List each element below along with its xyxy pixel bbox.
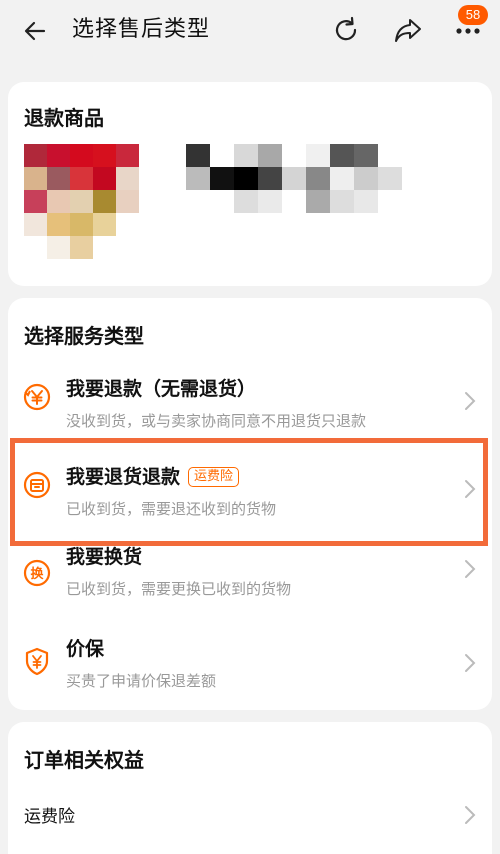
back-arrow-icon[interactable] — [20, 16, 50, 46]
product-title-blurred — [186, 144, 402, 213]
rights-title: 订单相关权益 — [24, 748, 144, 772]
option-desc: 买贵了申请价保退差额 — [66, 672, 217, 690]
chevron-right-icon — [464, 652, 476, 674]
option-title: 价保 — [66, 638, 105, 660]
option-refund-only[interactable]: 我要退款（无需退货） 没收到货，或与卖家协商同意不用退货只退款 — [8, 360, 492, 448]
option-return-refund[interactable]: 我要退货退款 运费险 已收到货，需要退还收到的货物 — [8, 448, 492, 536]
chevron-right-icon — [464, 558, 476, 580]
freight-insurance-tag: 运费险 — [188, 467, 240, 487]
option-exchange[interactable]: 换 我要换货 已收到货，需要更换已收到的货物 — [8, 536, 492, 624]
option-title: 我要换货 — [66, 546, 143, 568]
service-type-card: 选择服务类型 我要退款（无需退货） 没收到货，或与卖家协商同意不用退货只退款 我… — [8, 298, 492, 710]
share-icon[interactable] — [392, 14, 424, 46]
products-title: 退款商品 — [24, 106, 104, 130]
page-title: 选择售后类型 — [72, 17, 211, 42]
exchange-icon: 换 — [22, 558, 52, 588]
service-type-title: 选择服务类型 — [24, 324, 144, 348]
price-shield-icon — [22, 646, 52, 676]
top-bar: 选择售后类型 58 — [0, 0, 500, 62]
svg-text:换: 换 — [30, 566, 44, 582]
refund-products-card: 退款商品 — [8, 82, 492, 286]
option-desc: 已收到货，需要更换已收到的货物 — [66, 580, 292, 598]
option-price-protection[interactable]: 价保 买贵了申请价保退差额 — [8, 620, 492, 708]
yen-refund-icon — [22, 382, 52, 412]
refresh-icon[interactable] — [330, 14, 362, 46]
product-image-blurred[interactable] — [24, 144, 139, 259]
rights-item-freight-insurance[interactable]: 运费险 — [24, 800, 476, 830]
chevron-right-icon — [464, 390, 476, 412]
notification-badge: 58 — [458, 5, 488, 25]
option-desc: 已收到货，需要退还收到的货物 — [66, 500, 277, 518]
option-title-text: 我要退货退款 — [66, 466, 181, 488]
chevron-right-icon — [464, 804, 476, 826]
rights-item-label: 运费险 — [24, 807, 75, 827]
chevron-right-icon — [464, 478, 476, 500]
order-rights-card: 订单相关权益 运费险 — [8, 722, 492, 854]
return-box-icon — [22, 470, 52, 500]
option-title: 我要退款（无需退货） — [66, 378, 257, 400]
option-title: 我要退货退款 运费险 — [66, 462, 240, 489]
option-desc: 没收到货，或与卖家协商同意不用退货只退款 — [66, 412, 367, 430]
